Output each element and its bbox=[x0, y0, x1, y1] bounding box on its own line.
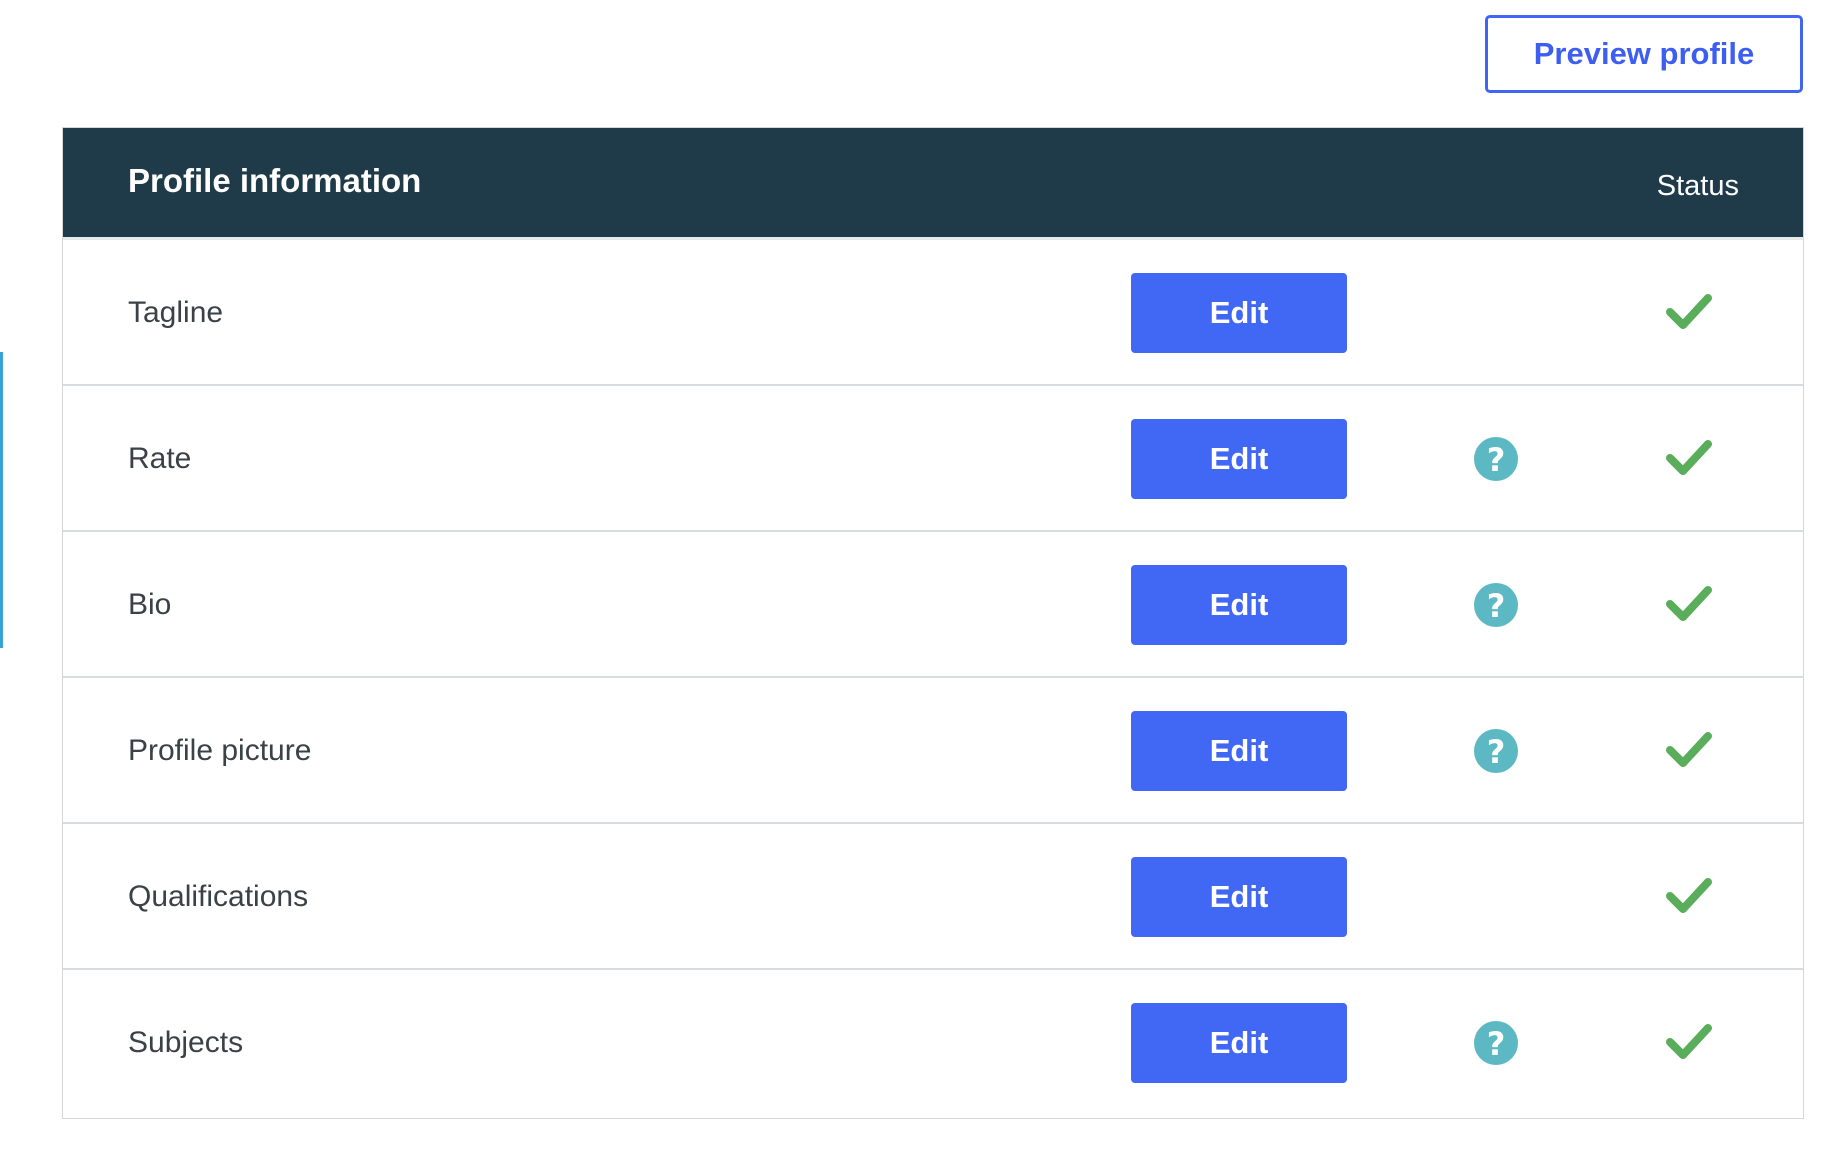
profile-row-profile-picture: Profile picture Edit ? bbox=[63, 678, 1803, 824]
profile-information-panel: Profile information Status Tagline Edit … bbox=[62, 127, 1804, 1119]
edit-qualifications-button[interactable]: Edit bbox=[1131, 857, 1347, 937]
row-label: Subjects bbox=[128, 1026, 244, 1059]
checkmark-icon bbox=[1666, 1024, 1712, 1059]
profile-row-subjects: Subjects Edit ? bbox=[63, 970, 1803, 1116]
question-mark-icon[interactable]: ? bbox=[1474, 729, 1518, 773]
panel-title: Profile information bbox=[128, 162, 422, 199]
question-mark-icon[interactable]: ? bbox=[1474, 437, 1518, 481]
row-label: Qualifications bbox=[128, 880, 309, 913]
edit-tagline-button[interactable]: Edit bbox=[1131, 273, 1347, 353]
profile-row-tagline: Tagline Edit bbox=[63, 240, 1803, 386]
profile-row-bio: Bio Edit ? bbox=[63, 532, 1803, 678]
profile-row-rate: Rate Edit ? bbox=[63, 386, 1803, 532]
edit-profile-picture-button[interactable]: Edit bbox=[1131, 711, 1347, 791]
row-label: Tagline bbox=[128, 296, 224, 329]
panel-header: Profile information Status bbox=[63, 128, 1803, 240]
row-label: Rate bbox=[128, 442, 192, 475]
preview-profile-button[interactable]: Preview profile bbox=[1485, 15, 1803, 93]
profile-row-qualifications: Qualifications Edit bbox=[63, 824, 1803, 970]
checkmark-icon bbox=[1666, 586, 1712, 621]
checkmark-icon bbox=[1666, 294, 1712, 329]
status-column-header: Status bbox=[1656, 170, 1739, 202]
question-mark-icon[interactable]: ? bbox=[1474, 1021, 1518, 1065]
checkmark-icon bbox=[1666, 440, 1712, 475]
row-label: Profile picture bbox=[128, 734, 312, 767]
row-label: Bio bbox=[128, 588, 172, 621]
edit-subjects-button[interactable]: Edit bbox=[1131, 1003, 1347, 1083]
edit-bio-button[interactable]: Edit bbox=[1131, 565, 1347, 645]
left-edge-accent bbox=[0, 352, 3, 648]
question-mark-icon[interactable]: ? bbox=[1474, 583, 1518, 627]
checkmark-icon bbox=[1666, 878, 1712, 913]
edit-rate-button[interactable]: Edit bbox=[1131, 419, 1347, 499]
checkmark-icon bbox=[1666, 732, 1712, 767]
